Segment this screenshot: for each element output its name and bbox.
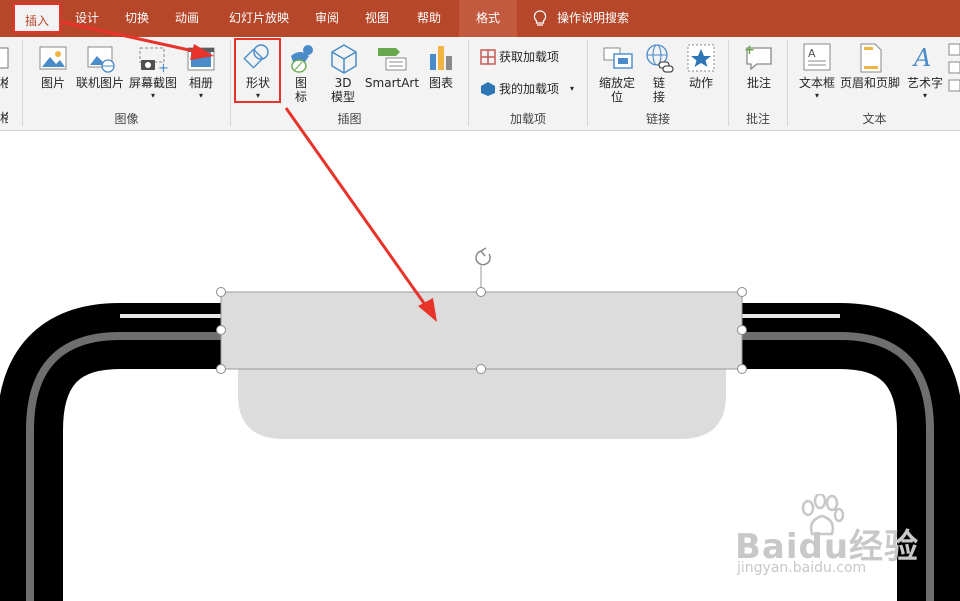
arrow-head-to-shape	[190, 44, 214, 60]
annotation-arrows	[61, 20, 437, 322]
arrow-head-to-canvas	[418, 298, 437, 322]
arrow-line-to-shape	[61, 20, 199, 54]
arrow-line-to-canvas	[284, 107, 428, 307]
